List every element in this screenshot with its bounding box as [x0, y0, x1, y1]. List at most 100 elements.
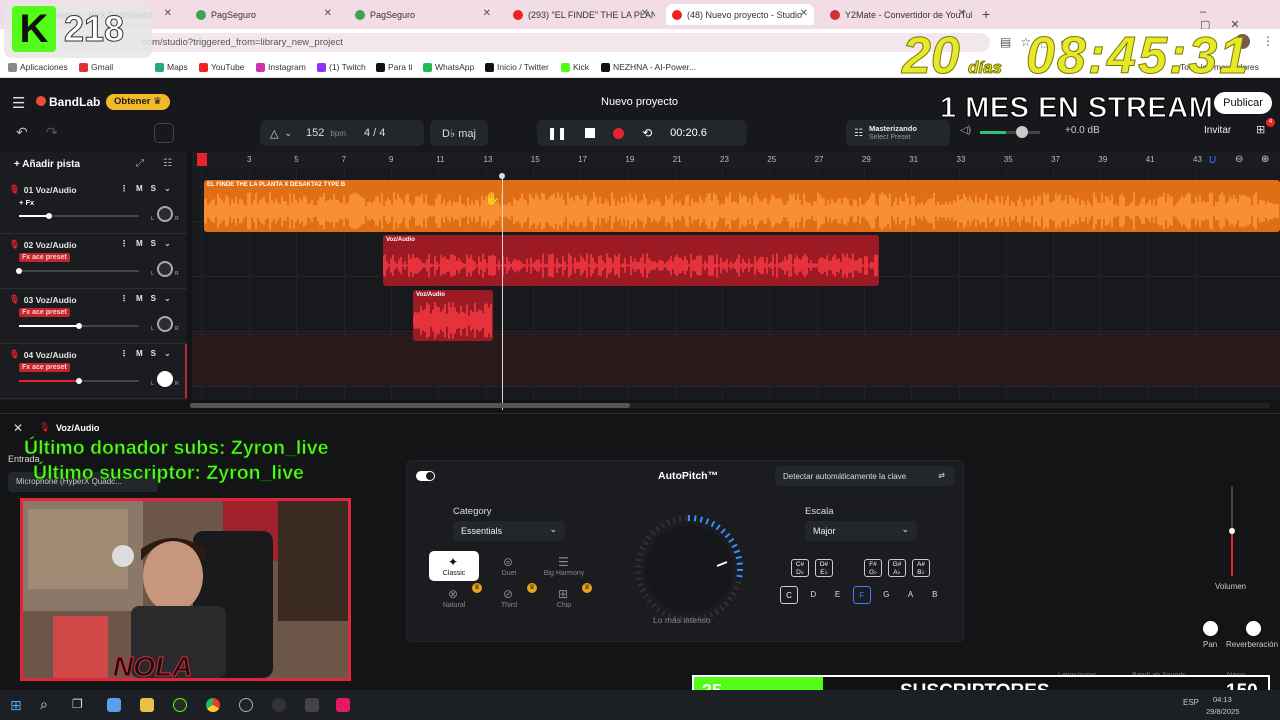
bookmark-item[interactable]: Inicio / Twitter	[485, 62, 549, 72]
hamburger-menu-icon[interactable]: ☰	[12, 94, 25, 112]
browser-tab[interactable]: Y2Mate - Convertidor de YouTube ✕	[824, 4, 972, 25]
chevron-down-icon[interactable]: ⌄	[164, 349, 171, 358]
track-volume-slider[interactable]	[19, 323, 139, 329]
record-icon[interactable]	[613, 127, 625, 139]
automation-icon[interactable]: ⤢	[136, 158, 144, 169]
time-signature[interactable]: 4 / 4	[364, 127, 385, 139]
browser-tab[interactable]: PagSeguro ✕	[349, 4, 497, 25]
autodetect-key-button[interactable]: Detectar automáticamente la clave ⇄	[775, 466, 955, 486]
track-name[interactable]: 02 Voz/Audio	[24, 240, 77, 250]
task-view-icon[interactable]: ❐	[72, 697, 83, 711]
intensity-knob[interactable]	[631, 511, 747, 627]
bookmark-item[interactable]: Gmail	[79, 62, 113, 72]
tab-close-icon[interactable]: ✕	[958, 8, 966, 19]
key-sharp-button[interactable]: G# A♭	[888, 559, 906, 577]
clip-beat[interactable]: EL FINDE THE LA PLANTA X DESAKTA2 TYPE B	[204, 180, 1280, 232]
taskbar-date[interactable]: 29/8/2025	[1206, 707, 1239, 716]
scrollbar-thumb[interactable]	[190, 403, 630, 408]
fx-preset-badge[interactable]: Fx ace preset	[19, 308, 70, 317]
track-pan-knob[interactable]	[157, 206, 173, 222]
gift-icon[interactable]: ⊞	[1256, 123, 1265, 136]
fx-preset-badge[interactable]: Fx ace preset	[19, 253, 70, 262]
key-natural-button[interactable]: F	[852, 586, 871, 604]
url-input[interactable]: com/studio?triggered_from=library_new_pr…	[60, 33, 990, 52]
tab-close-icon[interactable]: ✕	[483, 8, 491, 19]
tab-close-icon[interactable]: ✕	[800, 8, 808, 19]
solo-button[interactable]: S	[151, 294, 156, 303]
invite-button[interactable]: Invitar	[1204, 125, 1231, 136]
bookmark-item[interactable]: NEZHNA - AI-Power...	[601, 62, 696, 72]
scale-select[interactable]: Major ⌄	[805, 521, 917, 541]
track-volume-knob[interactable]	[46, 213, 52, 219]
key-natural-button[interactable]: D	[804, 586, 822, 604]
terminal-icon[interactable]	[305, 698, 319, 712]
bookmark-item[interactable]: Instagram	[256, 62, 306, 72]
category-select[interactable]: Essentials ⌄	[453, 521, 565, 541]
key-selector[interactable]: D♭ maj	[430, 120, 488, 146]
solo-button[interactable]: S	[151, 184, 156, 193]
language-indicator[interactable]: ESP	[1183, 698, 1199, 707]
close-icon[interactable]: ✕	[13, 421, 23, 435]
track-name[interactable]: 04 Voz/Audio	[24, 350, 77, 360]
key-natural-button[interactable]: G	[877, 586, 895, 604]
knob-body[interactable]	[645, 525, 733, 613]
volume-fader-knob[interactable]	[1229, 528, 1235, 534]
new-tab-button[interactable]: +	[982, 6, 990, 22]
style-option-classic[interactable]: ✦ Classic	[429, 551, 479, 581]
master-volume-knob[interactable]	[1016, 126, 1028, 138]
mastering-button[interactable]: ☷ Masterizando Select Preset	[846, 120, 950, 146]
chevron-down-icon[interactable]: ⌄	[164, 294, 171, 303]
key-sharp-button[interactable]: D# E♭	[815, 559, 833, 577]
search-icon[interactable]: ⌕	[40, 696, 48, 713]
fx-preset-badge[interactable]: Fx ace preset	[19, 363, 70, 372]
track-pan-knob[interactable]	[157, 371, 173, 387]
loop-icon[interactable]: ⟲	[642, 126, 652, 140]
reverb-knob[interactable]	[1246, 621, 1261, 636]
track-header[interactable]: 🎙 04 Voz/Audio ⋮ M S ⌄ Fx ace preset L R	[0, 344, 187, 399]
clip-vocal-2[interactable]: Voz/Audio	[383, 235, 879, 286]
track-pan-knob[interactable]	[157, 316, 173, 332]
lane-4[interactable]	[192, 333, 1280, 387]
key-natural-button[interactable]: E	[829, 586, 847, 604]
browser-tab[interactable]: (293) "EL FINDE" THE LA PLANTA ✕	[507, 4, 655, 25]
taskbar-clock[interactable]: 04:13	[1213, 695, 1232, 704]
key-natural-button[interactable]: C	[780, 586, 798, 604]
browser-tab[interactable]: (48) Nuevo proyecto - Studio ✕	[666, 4, 814, 25]
track-name[interactable]: 01 Voz/Audio	[24, 185, 77, 195]
track-header[interactable]: 🎙 03 Voz/Audio ⋮ M S ⌄ Fx ace preset L R	[0, 289, 187, 344]
clip-vocal-3[interactable]: Voz/Audio	[413, 290, 493, 341]
playhead[interactable]	[502, 176, 503, 410]
key-sharp-button[interactable]: C# D♭	[791, 559, 809, 577]
solo-button[interactable]: S	[151, 349, 156, 358]
chrome-icon[interactable]	[206, 698, 220, 712]
chevron-down-icon[interactable]: ⌄	[284, 128, 292, 139]
chevron-down-icon[interactable]: ⌄	[164, 184, 171, 193]
mixer-icon[interactable]: ☷	[163, 158, 172, 169]
zoom-out-icon[interactable]: ⊖	[1235, 154, 1243, 165]
track-header[interactable]: 🎙 02 Voz/Audio ⋮ M S ⌄ Fx ace preset L R	[0, 234, 187, 289]
timeline-ruler[interactable]: 135791113151719212325272931333537394143	[192, 152, 1280, 168]
metronome-icon[interactable]: △	[270, 127, 278, 140]
track-volume-slider[interactable]	[19, 213, 139, 219]
key-natural-button[interactable]: B	[926, 586, 944, 604]
loop-start-marker[interactable]	[197, 153, 207, 166]
upgrade-button[interactable]: Obtener ♛	[106, 94, 170, 110]
add-track-button[interactable]: + Añadir pista	[14, 159, 80, 170]
solo-button[interactable]: S	[151, 239, 156, 248]
bookmark-item[interactable]: Kick	[561, 62, 589, 72]
track-header[interactable]: 🎙 01 Voz/Audio ⋮ M S ⌄ + Fx L R	[0, 179, 187, 234]
loop-region-icon[interactable]	[154, 123, 174, 143]
tab-close-icon[interactable]: ✕	[641, 8, 649, 19]
track-volume-knob[interactable]	[76, 378, 82, 384]
redo-icon[interactable]: ↷	[46, 124, 58, 141]
key-sharp-button[interactable]: F# G♭	[864, 559, 882, 577]
bookmark-item[interactable]: WhatsApp	[423, 62, 474, 72]
undo-icon[interactable]: ↶	[16, 124, 28, 141]
app-icon[interactable]	[173, 698, 187, 712]
key-natural-button[interactable]: A	[902, 586, 920, 604]
publish-button[interactable]: Publicar	[1214, 92, 1272, 114]
track-volume-knob[interactable]	[16, 268, 22, 274]
file-explorer-icon[interactable]	[107, 698, 121, 712]
track-options-icon[interactable]: ⋮	[120, 239, 128, 248]
bookmark-item[interactable]: Para ti	[376, 62, 413, 72]
